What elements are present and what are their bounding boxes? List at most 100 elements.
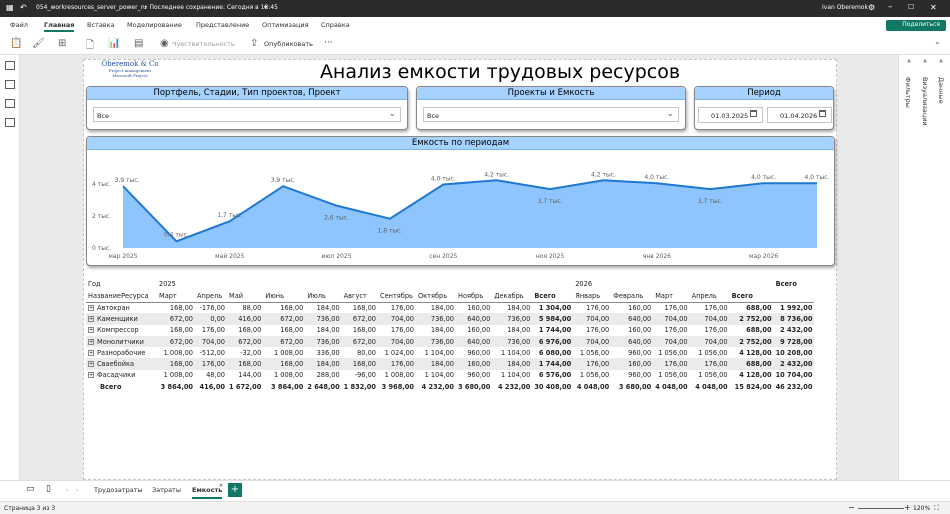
month-header[interactable]: Март bbox=[653, 290, 689, 302]
x-tick-label: янв 2026 bbox=[643, 253, 671, 260]
month-header[interactable]: Май bbox=[227, 290, 263, 302]
expand-icon[interactable]: + bbox=[88, 304, 94, 311]
resource-name: Сваебойка bbox=[97, 360, 134, 369]
gear-icon[interactable]: ⚙ bbox=[868, 3, 875, 12]
get-data-icon[interactable]: ⊞ bbox=[58, 38, 66, 49]
data-pane-tab[interactable]: Данные bbox=[937, 77, 945, 104]
report-view-icon[interactable] bbox=[5, 61, 15, 70]
zoom-in-icon[interactable]: + bbox=[904, 503, 911, 512]
row-header[interactable]: + Автокран bbox=[86, 302, 157, 313]
tab-modeling[interactable]: Моделирование bbox=[127, 21, 182, 29]
row-header[interactable]: + Разнорабочие bbox=[86, 347, 157, 358]
month-header[interactable]: Всего bbox=[532, 290, 573, 302]
month-header[interactable]: Июнь bbox=[263, 290, 305, 302]
value-cell: 176,00 bbox=[586, 303, 610, 312]
desktop-view-icon[interactable]: ▭ bbox=[26, 484, 35, 494]
add-page-icon[interactable]: + bbox=[228, 483, 242, 497]
expand-icon[interactable]: + bbox=[88, 361, 94, 368]
capacity-chart[interactable]: Емкость по периодам 0 тыс. 2 тыс. 4 тыс. ма… bbox=[86, 136, 835, 266]
text-box-icon[interactable]: ▤ bbox=[134, 38, 143, 49]
tab-file[interactable]: Файл bbox=[10, 21, 28, 29]
total-cell: 4 048,00 bbox=[655, 382, 688, 391]
expand-icon[interactable]: + bbox=[88, 338, 94, 345]
tab-insert[interactable]: Вставка bbox=[87, 21, 115, 29]
table-view-icon[interactable] bbox=[5, 80, 15, 89]
model-view-icon[interactable] bbox=[5, 99, 15, 108]
next-page-icon[interactable]: › bbox=[76, 486, 79, 494]
more-options-icon[interactable]: ··· bbox=[324, 38, 333, 48]
row-header[interactable]: + Каменщики bbox=[86, 313, 157, 324]
zoom-level[interactable]: 120% bbox=[913, 505, 930, 512]
collapse-viz-icon[interactable]: « bbox=[921, 59, 929, 63]
month-header[interactable]: Апрель bbox=[690, 290, 730, 302]
row-header[interactable]: + Компрессор bbox=[86, 325, 157, 336]
value-cell: 1 304,00 bbox=[538, 303, 572, 312]
value-cell: 88,00 bbox=[242, 303, 262, 312]
expand-icon[interactable]: + bbox=[88, 315, 94, 322]
month-header[interactable]: Январь bbox=[573, 290, 611, 302]
minimize-icon[interactable]: – bbox=[888, 2, 893, 12]
tab-labor[interactable]: Трудозатраты bbox=[94, 486, 143, 494]
new-page-icon[interactable]: 🗋 bbox=[86, 38, 94, 55]
month-header[interactable]: Ноябрь bbox=[456, 290, 492, 302]
value-cell: 704,00 bbox=[390, 337, 414, 346]
date-to-input[interactable]: 01.04.2026 bbox=[767, 107, 832, 123]
date-from-input[interactable]: 01.03.2025 bbox=[698, 107, 763, 123]
expand-icon[interactable]: + bbox=[88, 372, 94, 379]
visualizations-pane-tab[interactable]: Визуализации bbox=[921, 77, 929, 126]
month-header[interactable]: Октябрь bbox=[416, 290, 456, 302]
row-header[interactable]: + Монолитчики bbox=[86, 336, 157, 347]
zoom-out-icon[interactable]: − bbox=[848, 503, 855, 512]
tab-costs[interactable]: Затраты bbox=[152, 486, 181, 494]
format-painter-icon[interactable]: 🖌 bbox=[32, 38, 45, 49]
publish-button[interactable]: Опубликовать bbox=[264, 40, 313, 48]
total-row: Всего 3 864,00 416,00 1 672,00 3 864,00 2 648… bbox=[86, 381, 814, 392]
month-header[interactable]: Всего bbox=[730, 290, 774, 302]
filters-pane-tab[interactable]: Фильтры bbox=[904, 77, 912, 108]
share-button[interactable]: Поделиться bbox=[886, 20, 946, 31]
month-header[interactable]: Февраль bbox=[611, 290, 653, 302]
save-status[interactable]: • Последнее сохранение: Сегодня в 18:45 bbox=[144, 4, 278, 11]
collapse-filters-icon[interactable]: « bbox=[905, 59, 913, 63]
undo-icon[interactable]: ↶ bbox=[20, 3, 27, 12]
tab-home[interactable]: Главная bbox=[44, 21, 75, 32]
tab-capacity[interactable]: Емкость bbox=[192, 486, 223, 499]
user-name[interactable]: Ivan Oberemok bbox=[822, 4, 868, 11]
sensitivity-icon[interactable]: ◉ bbox=[160, 38, 169, 49]
value-cell: 176,00 bbox=[704, 360, 728, 369]
ribbon-tabs: Файл Главная Вставка Моделирование Предс… bbox=[0, 17, 950, 33]
tab-help[interactable]: Справка bbox=[321, 21, 350, 29]
month-header[interactable]: Август bbox=[342, 290, 378, 302]
month-header[interactable]: Декабрь bbox=[492, 290, 532, 302]
logo-line-1: Oberemok & Co bbox=[101, 60, 159, 68]
new-visual-icon[interactable]: 📊 bbox=[108, 38, 120, 49]
row-header[interactable]: + Фасадчики bbox=[86, 370, 157, 381]
month-header[interactable]: Сентябрь bbox=[378, 290, 416, 302]
capacity-matrix[interactable]: Год 2025 2026 Всего НазваниеРесурса Март Апрел… bbox=[86, 278, 816, 398]
close-icon[interactable]: ✕ bbox=[930, 3, 937, 12]
zoom-slider[interactable] bbox=[858, 508, 904, 509]
projects-dropdown[interactable]: Все ⌄ bbox=[423, 107, 679, 122]
maximize-icon[interactable]: ☐ bbox=[908, 3, 914, 11]
row-header[interactable]: + Сваебойка bbox=[86, 358, 157, 369]
month-header[interactable]: Июль bbox=[305, 290, 341, 302]
value-cell: 176,00 bbox=[664, 360, 688, 369]
tab-view[interactable]: Представление bbox=[196, 21, 249, 29]
chevron-down-icon[interactable]: ▾ bbox=[264, 4, 267, 11]
month-header[interactable]: Апрель bbox=[195, 290, 227, 302]
fit-page-icon[interactable]: ⛶ bbox=[934, 504, 939, 513]
paste-icon[interactable]: 📋 bbox=[10, 38, 22, 49]
publish-icon[interactable]: ⇪ bbox=[250, 38, 258, 49]
dax-query-icon[interactable] bbox=[5, 118, 15, 127]
collapse-data-icon[interactable]: « bbox=[937, 59, 945, 63]
sensitivity-button[interactable]: Чувствительность bbox=[172, 40, 235, 48]
expand-icon[interactable]: + bbox=[88, 327, 94, 334]
month-header[interactable]: Март bbox=[157, 290, 195, 302]
mobile-view-icon[interactable]: ▯ bbox=[46, 484, 51, 494]
prev-page-icon[interactable]: ‹ bbox=[66, 486, 69, 494]
close-tab-icon[interactable]: ✕ bbox=[219, 483, 223, 489]
tab-optimization[interactable]: Оптимизация bbox=[262, 21, 309, 29]
expand-icon[interactable]: + bbox=[88, 349, 94, 356]
portfolio-dropdown[interactable]: Все ⌄ bbox=[93, 107, 401, 122]
chevron-down-icon[interactable]: ⌄ bbox=[934, 37, 941, 46]
